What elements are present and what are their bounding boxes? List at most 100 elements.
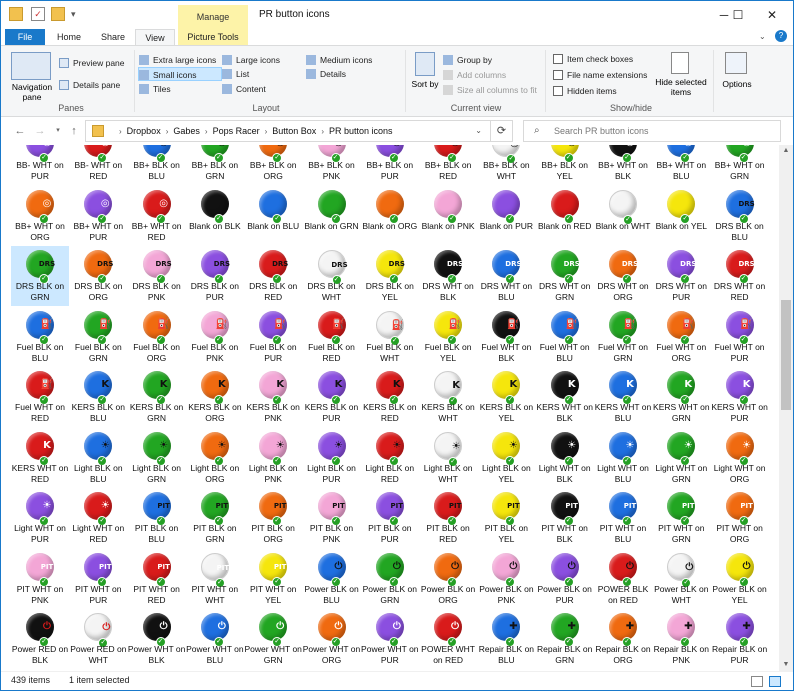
- file-item[interactable]: ✚ ✓ Repair BLK on ORG: [594, 609, 652, 669]
- add-columns-button[interactable]: Add columns: [443, 68, 506, 82]
- file-item[interactable]: ☀ ✓ Light WHT on RED: [69, 488, 127, 548]
- file-item[interactable]: ⏻ ✓ Power BLK on ORG: [419, 549, 477, 609]
- close-button[interactable]: ✕: [757, 5, 787, 25]
- preview-pane-button[interactable]: Preview pane: [59, 56, 125, 70]
- file-item[interactable]: PIT ✓ PIT BLK on BLU: [128, 488, 186, 548]
- breadcrumb-item[interactable]: Pops Racer: [213, 121, 260, 141]
- file-item[interactable]: DRS ✓ DRS BLK on WHT: [303, 246, 361, 306]
- breadcrumb-item[interactable]: Dropbox: [127, 121, 161, 141]
- options-button[interactable]: Options: [717, 79, 757, 89]
- file-item[interactable]: ☀ ✓ Light BLK on GRN: [128, 428, 186, 488]
- file-item[interactable]: K ✓ KERS BLK on PUR: [303, 367, 361, 427]
- file-item[interactable]: PIT ✓ PIT WHT on RED: [128, 549, 186, 609]
- file-item[interactable]: K ✓ KERS WHT on BLU: [594, 367, 652, 427]
- file-item[interactable]: ◎ ✓ BB+ WHT on ORG: [11, 186, 69, 246]
- layout-details[interactable]: Details: [306, 67, 346, 81]
- file-item[interactable]: DRS ✓ DRS BLK on YEL: [361, 246, 419, 306]
- file-item[interactable]: ⛽ ✓ Fuel BLK on YEL: [419, 307, 477, 367]
- file-item[interactable]: DRS ✓ DRS WHT on PUR: [652, 246, 710, 306]
- file-item[interactable]: PIT ✓ PIT WHT on PUR: [69, 549, 127, 609]
- navigation-pane-button[interactable]: Navigation pane: [7, 82, 57, 102]
- scroll-up-arrow-icon[interactable]: ▲: [779, 145, 793, 157]
- file-item[interactable]: K ✓ KERS WHT on RED: [11, 428, 69, 488]
- navigation-pane-icon[interactable]: [11, 52, 51, 80]
- file-item[interactable]: ✚ ✓ Repair BLK on BLU: [477, 609, 535, 669]
- file-item[interactable]: K ✓ KERS WHT on PUR: [711, 367, 769, 427]
- file-item[interactable]: DRS ✓ DRS BLK on GRN: [11, 246, 69, 306]
- file-item[interactable]: ⏻ ✓ Power WHT on BLK: [128, 609, 186, 669]
- file-item[interactable]: ◎✓BB+ BLK on PNK: [303, 145, 361, 185]
- file-item[interactable]: ⏻ ✓ Power RED on WHT: [69, 609, 127, 669]
- file-item[interactable]: ⛽ ✓ Fuel BLK on PUR: [244, 307, 302, 367]
- file-item[interactable]: ☀ ✓ Light BLK on YEL: [477, 428, 535, 488]
- file-name-extensions-toggle[interactable]: File name extensions: [553, 68, 647, 82]
- breadcrumb-item[interactable]: PR button icons: [329, 121, 393, 141]
- file-item[interactable]: ☀ ✓ Light WHT on GRN: [652, 428, 710, 488]
- file-item[interactable]: ✓ Blank on WHT: [594, 186, 652, 246]
- file-item[interactable]: DRS ✓ DRS WHT on GRN: [536, 246, 594, 306]
- breadcrumb-item[interactable]: Gabes: [173, 121, 200, 141]
- layout-content[interactable]: Content: [222, 82, 266, 96]
- file-item[interactable]: PIT ✓ PIT WHT on GRN: [652, 488, 710, 548]
- search-input[interactable]: Search PR button icons: [554, 121, 649, 141]
- file-item[interactable]: ✓ Blank on PNK: [419, 186, 477, 246]
- refresh-button[interactable]: ⟳: [491, 120, 513, 142]
- file-item[interactable]: ✓ Blank on GRN: [303, 186, 361, 246]
- address-dropdown-icon[interactable]: ⌄: [475, 121, 482, 141]
- tab-view[interactable]: View: [135, 29, 175, 45]
- file-item[interactable]: ⏻ ✓ Power BLK on GRN: [361, 549, 419, 609]
- file-item[interactable]: ⛽ ✓ Fuel BLK on GRN: [69, 307, 127, 367]
- help-icon[interactable]: ?: [775, 30, 787, 42]
- file-item[interactable]: ⛽ ✓ Fuel WHT on RED: [11, 367, 69, 427]
- file-item[interactable]: ✓ Blank on BLU: [244, 186, 302, 246]
- properties-icon[interactable]: ✓: [31, 7, 45, 21]
- file-item[interactable]: ⏻ ✓ Power WHT on BLU: [186, 609, 244, 669]
- file-item[interactable]: ◎ ✓ BB+ WHT on RED: [128, 186, 186, 246]
- file-item[interactable]: ⏻ ✓ POWER BLK on RED: [594, 549, 652, 609]
- file-item[interactable]: ⛽ ✓ Fuel BLK on PNK: [186, 307, 244, 367]
- hide-selected-icon[interactable]: [671, 52, 689, 74]
- file-item[interactable]: DRS ✓ DRS BLK on RED: [244, 246, 302, 306]
- file-item[interactable]: PIT ✓ PIT WHT on BLU: [594, 488, 652, 548]
- layout-medium-icons[interactable]: Medium icons: [306, 53, 372, 67]
- checkbox-icon[interactable]: [553, 70, 563, 80]
- tab-manage[interactable]: Manage: [178, 5, 248, 29]
- file-item[interactable]: ◎✓BB+ WHT on BLU: [652, 145, 710, 185]
- file-item[interactable]: ⏻ ✓ Power WHT on ORG: [303, 609, 361, 669]
- size-all-columns-button[interactable]: Size all columns to fit: [443, 83, 537, 97]
- file-item[interactable]: ⛽ ✓ Fuel BLK on RED: [303, 307, 361, 367]
- file-item[interactable]: ◎✓BB+ BLK on BLU: [128, 145, 186, 185]
- layout-small-icons[interactable]: Small icons: [138, 67, 222, 81]
- file-item[interactable]: DRS ✓ DRS BLK on BLU: [711, 186, 769, 246]
- file-item[interactable]: ☀ ✓ Light WHT on BLU: [594, 428, 652, 488]
- up-arrow-icon[interactable]: ↑: [67, 124, 81, 138]
- file-item[interactable]: ◎✓BB+ BLK on YEL: [536, 145, 594, 185]
- file-item[interactable]: ⏻ ✓ POWER WHT on RED: [419, 609, 477, 669]
- layout-extra-large-icons[interactable]: Extra large icons: [139, 53, 216, 67]
- address-bar[interactable]: › Dropbox › Gabes › Pops Racer › Button Box › PR …: [85, 120, 491, 142]
- file-item[interactable]: ◎✓BB+ BLK on ORG: [244, 145, 302, 185]
- back-arrow-icon[interactable]: ←: [13, 124, 27, 138]
- maximize-button[interactable]: ☐: [723, 5, 753, 25]
- file-item[interactable]: ✚ ✓ Repair BLK on PNK: [652, 609, 710, 669]
- file-item[interactable]: ✚ ✓ Repair BLK on PUR: [711, 609, 769, 669]
- file-item[interactable]: ⏻ ✓ Power WHT on PUR: [361, 609, 419, 669]
- checkbox-icon[interactable]: [553, 86, 563, 96]
- tab-home[interactable]: Home: [51, 29, 87, 45]
- hidden-items-toggle[interactable]: Hidden items: [553, 84, 617, 98]
- file-item[interactable]: ☀ ✓ Light WHT on PUR: [11, 488, 69, 548]
- details-pane-button[interactable]: Details pane: [59, 78, 120, 92]
- file-item[interactable]: ✓ Blank on BLK: [186, 186, 244, 246]
- file-item[interactable]: ⏻ ✓ Power WHT on GRN: [244, 609, 302, 669]
- file-item[interactable]: ✓ Blank on RED: [536, 186, 594, 246]
- file-item[interactable]: ⏻ ✓ Power BLK on PNK: [477, 549, 535, 609]
- file-item[interactable]: ☀ ✓ Light BLK on PUR: [303, 428, 361, 488]
- file-item[interactable]: PIT ✓ PIT WHT on PNK: [11, 549, 69, 609]
- file-item[interactable]: K ✓ KERS BLK on RED: [361, 367, 419, 427]
- layout-list[interactable]: List: [222, 67, 249, 81]
- item-check-boxes-toggle[interactable]: Item check boxes: [553, 52, 633, 66]
- vertical-scrollbar[interactable]: ▲ ▼: [779, 145, 793, 671]
- file-item[interactable]: ⛽ ✓ Fuel WHT on PUR: [711, 307, 769, 367]
- file-item[interactable]: PIT ✓ PIT BLK on PNK: [303, 488, 361, 548]
- forward-arrow-icon[interactable]: →: [33, 124, 47, 138]
